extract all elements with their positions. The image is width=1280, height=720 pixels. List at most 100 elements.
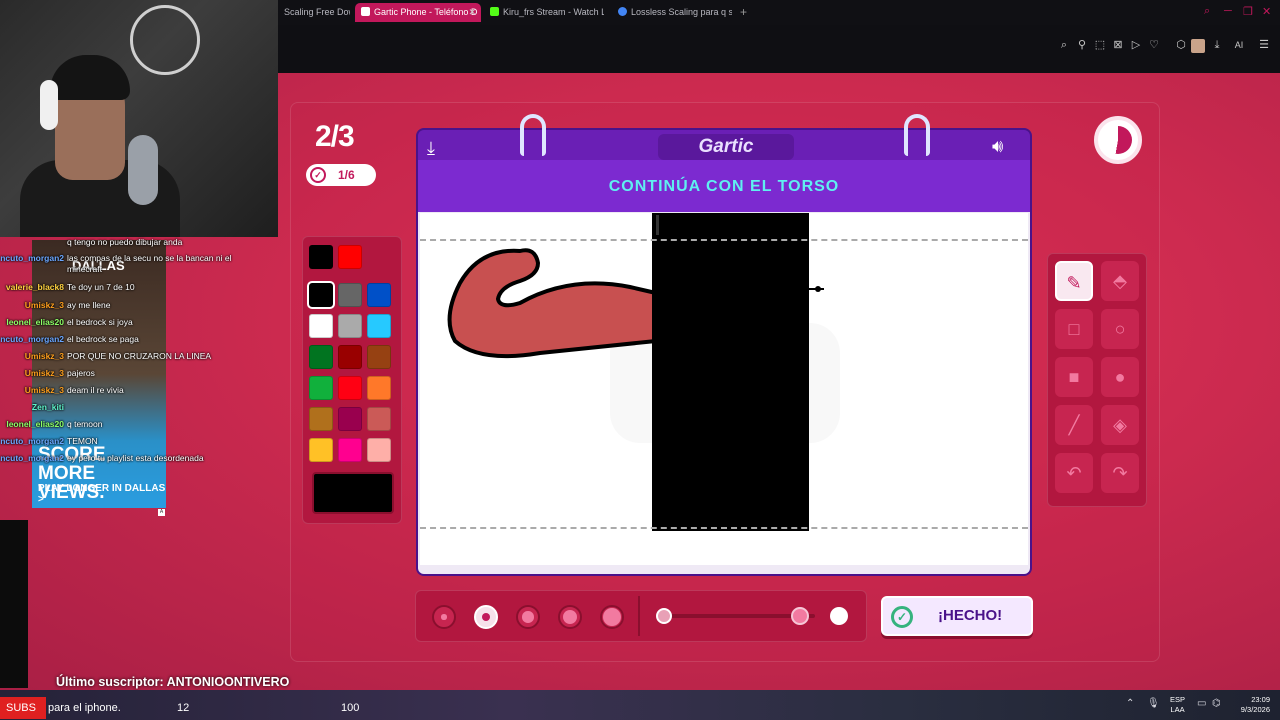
color-swatch[interactable] — [367, 438, 391, 462]
download-icon[interactable]: ⤓ — [1211, 39, 1223, 51]
opacity-slider-handle[interactable] — [791, 607, 809, 625]
chat-username[interactable]: Umiskz_3 — [0, 351, 64, 361]
line-icon[interactable]: ╱ — [1055, 405, 1093, 445]
brush-size-5[interactable] — [600, 605, 624, 629]
chat-text: deam il re vivia — [67, 385, 124, 395]
done-button[interactable]: ✓ ¡HECHO! — [881, 596, 1033, 636]
color-swatch[interactable] — [338, 438, 362, 462]
microphone-tray-icon[interactable]: 🎙︎ — [1147, 698, 1160, 709]
chat-username[interactable]: leonel_elias20 — [0, 419, 64, 429]
color-swatch[interactable] — [309, 407, 333, 431]
color-swatch[interactable] — [367, 407, 391, 431]
tab-gartic-phone[interactable]: Gartic Phone - Teléfono D ✕ — [355, 3, 481, 22]
brush-size-4[interactable] — [558, 605, 582, 629]
tab-kick-stream[interactable]: Kiru_frs Stream - Watch L — [484, 3, 604, 22]
close-tab-icon[interactable]: ✕ — [468, 3, 476, 22]
eraser-icon[interactable]: ⬘ — [1101, 261, 1139, 301]
tab-label: Kiru_frs Stream - Watch L — [503, 7, 604, 17]
play-icon[interactable]: ▷ — [1130, 39, 1142, 51]
tab-lossless-scaling[interactable]: Lossless Scaling para q se — [612, 3, 732, 22]
profile-icon[interactable] — [1191, 39, 1205, 53]
browser-toolbar: ⌕ ⚲ ⬚ ⊠ ▷ ♡ ⬡ ⤓ AI ☰ — [278, 25, 1280, 73]
kick-favicon-icon — [490, 7, 499, 16]
chat-message: Umiskz_3 pajeros — [0, 368, 95, 380]
download-drawing-icon[interactable]: ⤓ — [427, 138, 435, 159]
ad-cta[interactable]: PLAY LONGER IN DALLAS > — [38, 483, 166, 505]
color-swatch[interactable] — [309, 438, 333, 462]
color-swatch[interactable] — [367, 314, 391, 338]
mask-top-notch — [656, 215, 659, 235]
color-swatch[interactable] — [367, 283, 391, 307]
sound-icon[interactable]: 🔊︎ — [992, 136, 1003, 157]
color-swatch[interactable] — [307, 281, 335, 309]
ad-info-icon[interactable]: A — [158, 509, 165, 516]
close-window-icon[interactable]: ✕ — [1262, 5, 1271, 18]
chat-username[interactable]: leonel_elias20 — [0, 317, 64, 327]
chat-username[interactable]: ncuto_morgan2 — [0, 334, 64, 344]
pin-icon[interactable]: ⚲ — [1076, 39, 1088, 51]
brush-size-1[interactable] — [432, 605, 456, 629]
search-tabs-icon[interactable]: ⌕ — [1204, 5, 1210, 18]
rectangle-outline-icon[interactable]: □ — [1055, 309, 1093, 349]
maximize-icon[interactable]: ❐ — [1243, 5, 1253, 18]
extensions-icon[interactable]: ⬡ — [1175, 39, 1187, 51]
guide-line-bottom — [420, 527, 1028, 529]
chat-username[interactable]: ncuto_morgan2 — [0, 436, 64, 446]
minimize-icon[interactable]: ─ — [1224, 5, 1232, 17]
color-swatch[interactable] — [309, 345, 333, 369]
brush-size-2[interactable] — [474, 605, 498, 629]
webcam-overlay — [0, 0, 278, 237]
color-swatch[interactable] — [338, 376, 362, 400]
menu-icon[interactable]: ☰ — [1258, 39, 1270, 51]
current-color-preview[interactable] — [312, 472, 394, 514]
recent-color-swatch[interactable] — [309, 245, 333, 269]
chat-username[interactable]: Zen_kiti — [0, 402, 64, 412]
tray-overflow-icon[interactable]: ⌃ — [1126, 698, 1134, 709]
language-primary: ESP — [1170, 695, 1186, 704]
clock[interactable]: 23:09 9/3/2026 — [1234, 695, 1270, 715]
subs-goal-text: para el iphone. — [48, 702, 121, 714]
language-indicator[interactable]: ESP LAA — [1170, 695, 1185, 715]
chat-message: ncuto_morgan2 las compas de la secu no se… — [0, 253, 231, 274]
ellipse-fill-icon[interactable]: ● — [1101, 357, 1139, 397]
color-swatch[interactable] — [367, 376, 391, 400]
timer-icon — [1094, 116, 1142, 164]
chat-username[interactable]: Umiskz_3 — [0, 368, 64, 378]
brush-size-3[interactable] — [516, 605, 540, 629]
tab-scaling-free[interactable]: Scaling Free Dow — [278, 3, 350, 22]
color-swatch[interactable] — [338, 407, 362, 431]
chat-username[interactable]: ncuto_morgan2 — [0, 253, 64, 263]
color-swatch[interactable] — [367, 345, 391, 369]
color-swatch[interactable] — [309, 314, 333, 338]
rectangle-fill-icon[interactable]: ■ — [1055, 357, 1093, 397]
subs-goal-badge: SUBS — [0, 697, 46, 719]
color-swatch[interactable] — [338, 283, 362, 307]
ellipse-outline-icon[interactable]: ○ — [1101, 309, 1139, 349]
ai-icon[interactable]: AI — [1228, 39, 1250, 51]
google-favicon-icon — [618, 7, 627, 16]
redo-icon[interactable]: ↷ — [1101, 453, 1139, 493]
color-swatch[interactable] — [338, 314, 362, 338]
players-done-count: 1/6 — [338, 168, 355, 182]
chat-username[interactable]: ncuto_morgan2 — [0, 453, 64, 463]
chat-username[interactable]: Umiskz_3 — [0, 300, 64, 310]
adblock-icon[interactable]: ⊠ — [1112, 39, 1124, 51]
color-swatch[interactable] — [338, 345, 362, 369]
chat-message: Zen_kiti — [0, 402, 64, 414]
screenshot-icon[interactable]: ⬚ — [1094, 39, 1106, 51]
plus-icon[interactable]: + — [740, 5, 747, 19]
chat-username[interactable]: Umiskz_3 — [0, 385, 64, 395]
display-tray-icon[interactable]: ▭ — [1197, 698, 1206, 709]
network-tray-icon[interactable]: ⌬ — [1212, 698, 1221, 709]
heart-icon[interactable]: ♡ — [1148, 39, 1160, 51]
pencil-icon[interactable]: ✎ — [1055, 261, 1093, 301]
color-swatch[interactable] — [309, 376, 333, 400]
zoom-icon[interactable]: ⌕ — [1058, 39, 1070, 51]
chat-username[interactable]: valerie_black8 — [0, 282, 64, 292]
language-secondary: LAA — [1170, 705, 1185, 714]
recent-color-swatch[interactable] — [338, 245, 362, 269]
fill-bucket-icon[interactable]: ◈ — [1101, 405, 1139, 445]
undo-icon[interactable]: ↶ — [1055, 453, 1093, 493]
drawing-layer[interactable] — [420, 213, 1028, 565]
chat-text: pajeros — [67, 368, 95, 378]
